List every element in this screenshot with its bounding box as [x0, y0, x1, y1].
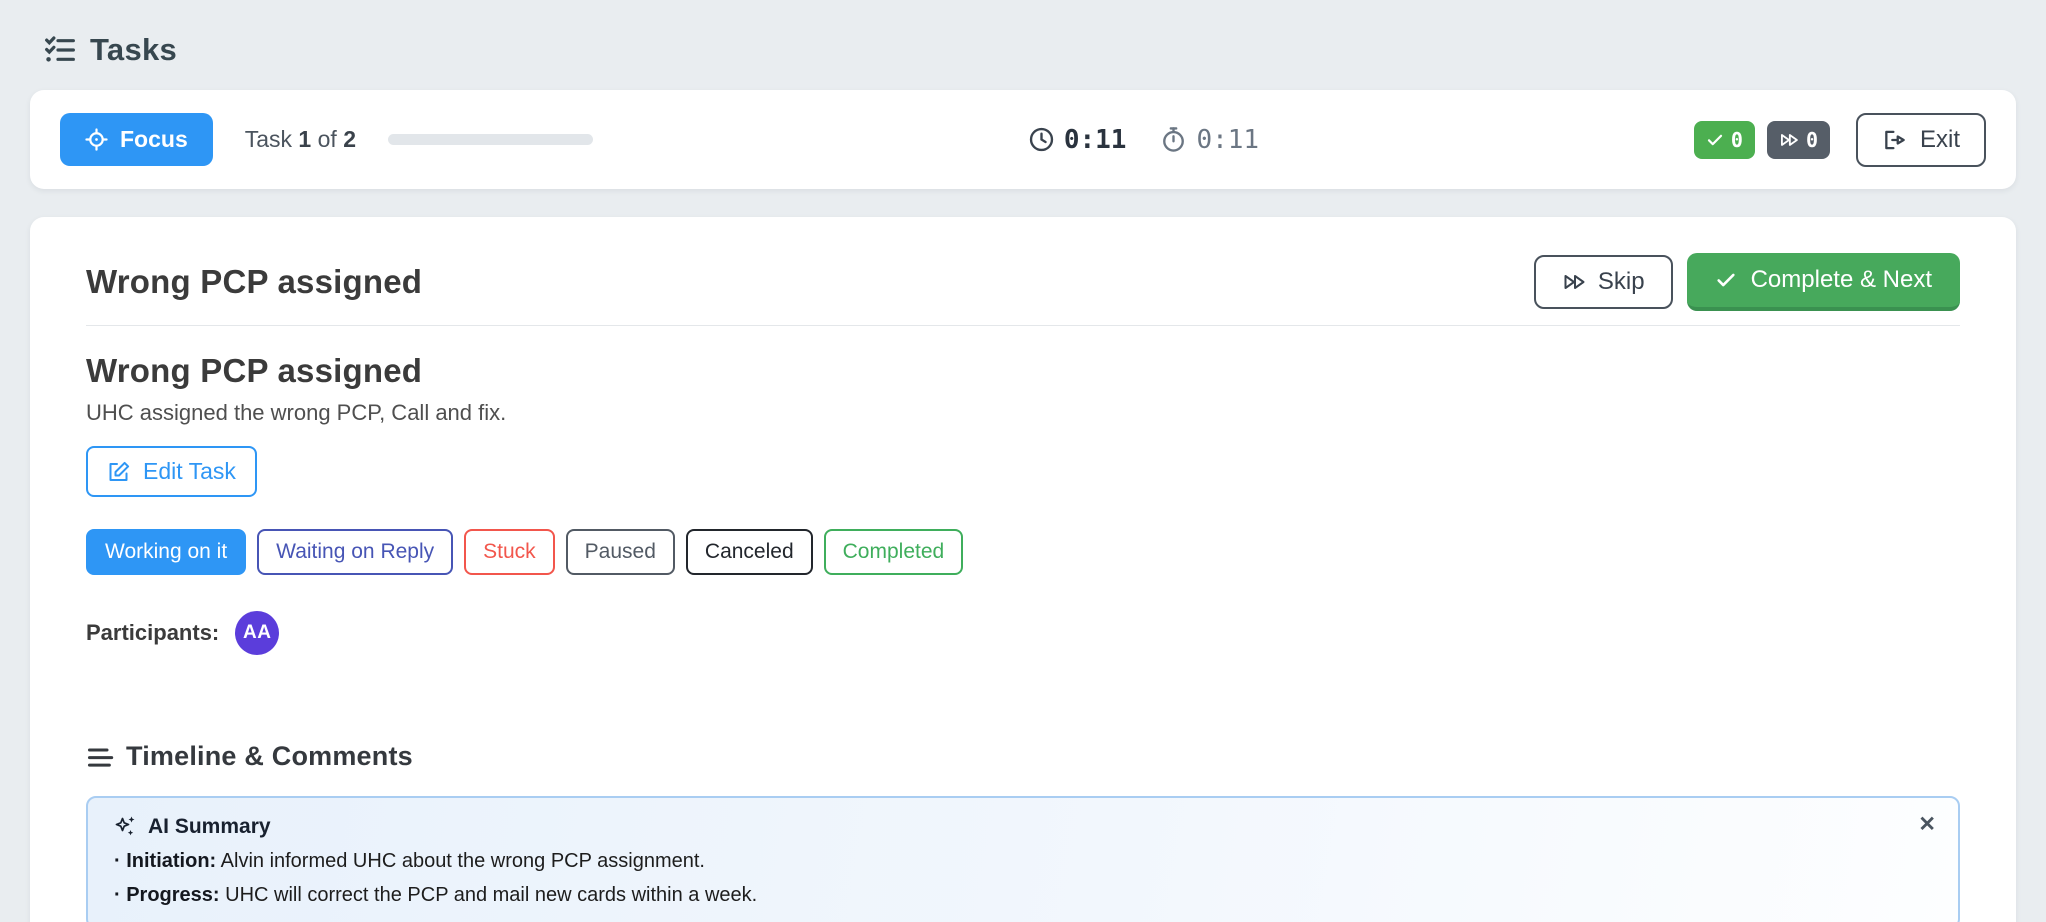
- participant-avatar[interactable]: AA: [235, 611, 280, 655]
- skip-button[interactable]: Skip: [1533, 255, 1673, 309]
- edit-task-button[interactable]: Edit Task: [86, 446, 257, 497]
- crosshair-icon: [85, 128, 108, 151]
- task-counter-word: Task: [244, 126, 293, 152]
- focus-button-label: Focus: [120, 126, 188, 152]
- status-paused-button[interactable]: Paused: [565, 529, 675, 575]
- task-title: Wrong PCP assigned: [86, 263, 423, 300]
- clock-icon: [1028, 126, 1055, 153]
- complete-next-button[interactable]: Complete & Next: [1686, 253, 1960, 311]
- task-detail-title: Wrong PCP assigned: [86, 352, 423, 389]
- skipped-count-badge: 0: [1766, 120, 1830, 159]
- task-progress-bar: [387, 134, 593, 145]
- timeline-lines-icon: [86, 743, 114, 771]
- task-counter-current: 1: [298, 126, 312, 152]
- elapsed-timer: 0:11: [1028, 124, 1127, 155]
- check-icon: [1715, 269, 1737, 291]
- divider: [86, 325, 1960, 326]
- task-counter-total: 2: [343, 126, 356, 152]
- status-waiting-on-reply-button[interactable]: Waiting on Reply: [257, 529, 454, 575]
- task-header-row: Wrong PCP assigned Skip Complete & Next: [86, 253, 1960, 311]
- ai-summary-line-label: · Initiation:: [114, 850, 217, 872]
- skipped-count-value: 0: [1805, 127, 1818, 152]
- timeline-heading-label: Timeline & Comments: [126, 741, 413, 771]
- ai-summary-title-row: AI Summary: [114, 815, 1898, 839]
- sparkles-icon: [114, 815, 138, 839]
- task-card: Wrong PCP assigned Skip Complete & Next: [30, 217, 2016, 922]
- task-counter-of: of: [317, 126, 337, 152]
- focus-bar-left: Focus Task 1 of 2: [60, 113, 593, 166]
- task-timer: 0:11: [1160, 125, 1259, 155]
- ai-summary-box: AI Summary · Initiation: Alvin informed …: [86, 796, 1960, 922]
- ai-summary-line-text: UHC will correct the PCP and mail new ca…: [219, 884, 758, 906]
- participants-row: Participants: AA: [86, 611, 1960, 655]
- status-button-row: Working on it Waiting on Reply Stuck Pau…: [86, 529, 1960, 575]
- stopwatch-icon: [1160, 126, 1187, 153]
- elapsed-timer-value: 0:11: [1063, 124, 1127, 155]
- completed-count-value: 0: [1730, 127, 1743, 152]
- task-header-actions: Skip Complete & Next: [1533, 253, 1960, 311]
- ai-summary-title: AI Summary: [148, 815, 271, 838]
- status-working-on-it-button[interactable]: Working on it: [86, 529, 247, 575]
- ai-summary-line-text: Alvin informed UHC about the wrong PCP a…: [216, 850, 705, 872]
- ai-summary-line: · Initiation: Alvin informed UHC about t…: [114, 850, 1898, 873]
- status-completed-button[interactable]: Completed: [823, 529, 964, 575]
- edit-pencil-icon: [107, 460, 131, 484]
- focus-button[interactable]: Focus: [60, 113, 213, 166]
- page-title: Tasks: [90, 32, 178, 67]
- status-stuck-button[interactable]: Stuck: [464, 529, 555, 575]
- ai-summary-line: · Progress: UHC will correct the PCP and…: [114, 884, 1898, 907]
- exit-button-label: Exit: [1919, 125, 1960, 153]
- ai-summary-line-label: · Progress:: [114, 884, 220, 906]
- completed-count-badge: 0: [1693, 120, 1755, 159]
- focus-bar: Focus Task 1 of 2 0:11 0:11 0 0 Exit: [30, 90, 2016, 189]
- focus-bar-timers: 0:11 0:11: [1028, 125, 1259, 155]
- edit-task-button-label: Edit Task: [143, 458, 236, 484]
- fast-forward-icon: [1562, 270, 1586, 294]
- exit-button[interactable]: Exit: [1855, 112, 1986, 167]
- task-counter: Task 1 of 2: [245, 126, 356, 153]
- check-icon: [1706, 131, 1724, 149]
- tasks-checklist-icon: [44, 34, 76, 66]
- exit-icon: [1882, 127, 1908, 153]
- complete-next-button-label: Complete & Next: [1750, 266, 1932, 293]
- focus-bar-right: 0 0 Exit: [1693, 112, 1986, 167]
- timeline-heading: Timeline & Comments: [86, 741, 1960, 772]
- task-timer-value: 0:11: [1196, 124, 1260, 155]
- task-description: UHC assigned the wrong PCP, Call and fix…: [86, 400, 507, 425]
- close-icon[interactable]: ✕: [1918, 812, 1936, 837]
- participants-label: Participants:: [86, 620, 220, 645]
- fast-forward-icon: [1779, 130, 1799, 150]
- status-canceled-button[interactable]: Canceled: [685, 529, 813, 575]
- app-header: Tasks: [0, 0, 2046, 78]
- skip-button-label: Skip: [1597, 268, 1645, 295]
